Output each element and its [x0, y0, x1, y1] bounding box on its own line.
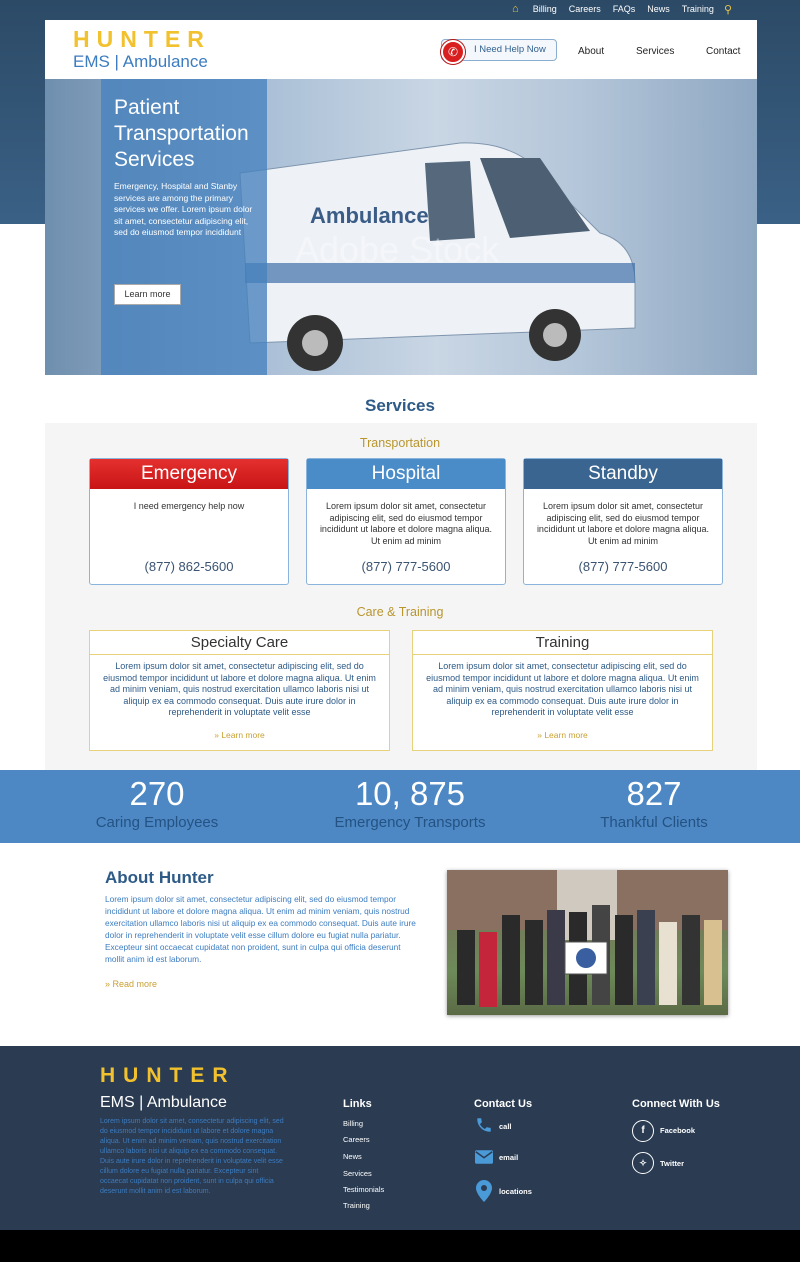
about-text: Lorem ipsum dolor sit amet, consectetur …	[105, 894, 416, 964]
card-title: Standby	[524, 459, 722, 489]
stat-number: 827	[626, 775, 682, 812]
double-chevron-icon: »	[537, 730, 542, 740]
topnav-training[interactable]: Training	[682, 4, 714, 14]
vehicle-lettering: Ambulance	[310, 203, 429, 228]
specialty-care-box: Specialty Care Lorem ipsum dolor sit ame…	[89, 630, 390, 751]
learn-more-link[interactable]: » Learn more	[413, 730, 712, 740]
topnav-faqs[interactable]: FAQs	[613, 4, 636, 14]
card-title: Hospital	[307, 459, 505, 489]
footer-link-careers[interactable]: Careers	[343, 1135, 370, 1144]
box-title: Specialty Care	[90, 631, 389, 655]
footer-logo-subtitle: EMS | Ambulance	[100, 1094, 227, 1111]
social-facebook[interactable]: Facebook	[660, 1126, 695, 1135]
card-text: I need emergency help now	[133, 501, 245, 511]
footer-text: Lorem ipsum dolor sit amet, consectetur …	[100, 1118, 284, 1195]
bottom-bar	[0, 1230, 800, 1262]
box-text: Lorem ipsum dolor sit amet, consectetur …	[426, 661, 699, 717]
footer-link-testimonials[interactable]: Testimonials	[343, 1185, 384, 1194]
footer-logo-wordmark[interactable]: HUNTER	[100, 1064, 236, 1088]
stat-transports: 10, 875 Emergency Transports	[290, 774, 530, 832]
links-heading: Links	[343, 1098, 372, 1110]
stat-employees: 270 Caring Employees	[37, 774, 277, 832]
footer-link-news[interactable]: News	[343, 1152, 362, 1161]
double-chevron-icon: »	[105, 979, 111, 989]
nav-about[interactable]: About	[578, 46, 604, 57]
services-title: Services	[365, 396, 435, 415]
topnav-billing[interactable]: Billing	[533, 4, 557, 14]
twitter-icon[interactable]: ✧	[632, 1152, 654, 1174]
phone-icon[interactable]: ✆	[441, 40, 465, 64]
training-box: Training Lorem ipsum dolor sit amet, con…	[412, 630, 713, 751]
footer-link-services[interactable]: Services	[343, 1169, 372, 1178]
hero-title: Patient Transportation Services	[114, 96, 249, 171]
learn-more-label[interactable]: Learn more	[544, 730, 587, 740]
contact-call[interactable]: call	[499, 1122, 512, 1131]
social-twitter[interactable]: Twitter	[660, 1159, 684, 1168]
card-emergency[interactable]: Emergency I need emergency help now (877…	[89, 458, 289, 585]
learn-more-button[interactable]: Learn more	[114, 284, 181, 305]
about-title: About Hunter	[105, 868, 214, 887]
card-text: Lorem ipsum dolor sit amet, consectetur …	[319, 501, 493, 546]
nav-services[interactable]: Services	[636, 46, 674, 57]
card-phone[interactable]: (877) 862-5600	[90, 559, 288, 574]
location-pin-icon[interactable]	[476, 1180, 492, 1202]
phone-icon[interactable]	[475, 1116, 493, 1134]
learn-more-link[interactable]: » Learn more	[90, 730, 389, 740]
stat-label: Caring Employees	[95, 814, 219, 831]
topnav-careers[interactable]: Careers	[569, 4, 601, 14]
connect-heading: Connect With Us	[632, 1098, 720, 1110]
nav-contact[interactable]: Contact	[706, 46, 740, 57]
learn-more-label[interactable]: Learn more	[221, 730, 264, 740]
hero-panel: Patient Transportation Services Emergenc…	[101, 79, 267, 375]
card-hospital[interactable]: Hospital Lorem ipsum dolor sit amet, con…	[306, 458, 506, 585]
site-footer: HUNTER EMS | Ambulance Lorem ipsum dolor…	[0, 1046, 800, 1230]
team-photo	[447, 870, 728, 1015]
stat-clients: 827 Thankful Clients	[534, 774, 774, 832]
facebook-icon[interactable]: f	[632, 1120, 654, 1142]
stat-label: Emergency Transports	[334, 814, 486, 831]
box-text: Lorem ipsum dolor sit amet, consectetur …	[103, 661, 376, 717]
read-more-label[interactable]: Read more	[113, 979, 158, 989]
card-phone[interactable]: (877) 777-5600	[307, 559, 505, 574]
card-phone[interactable]: (877) 777-5600	[524, 559, 722, 574]
stat-number: 270	[129, 775, 185, 812]
contact-heading: Contact Us	[474, 1098, 533, 1110]
main-container: HUNTER EMS | Ambulance I Need Help Now ✆…	[45, 20, 757, 375]
search-icon[interactable]: ⚲	[724, 3, 732, 16]
mail-icon[interactable]	[475, 1150, 493, 1164]
logo-subtitle[interactable]: EMS | Ambulance	[73, 52, 208, 72]
home-icon[interactable]: ⌂	[512, 3, 519, 15]
card-title: Emergency	[90, 459, 288, 489]
footer-link-billing[interactable]: Billing	[343, 1119, 363, 1128]
read-more-link[interactable]: » Read more	[105, 979, 157, 989]
stats-band: 270 Caring Employees 10, 875 Emergency T…	[0, 770, 800, 843]
card-text: Lorem ipsum dolor sit amet, consectetur …	[536, 501, 710, 546]
care-training-heading: Care & Training	[356, 605, 444, 619]
watermark: Adobe Stock	[295, 229, 500, 270]
topnav-news[interactable]: News	[647, 4, 670, 14]
contact-locations[interactable]: locations	[499, 1187, 532, 1196]
hero-banner: Ambulance Adobe Stock Patient Transporta…	[45, 79, 757, 375]
top-utility-nav: ⌂ Billing Careers FAQs News Training ⚲	[512, 0, 800, 18]
transportation-heading: Transportation	[359, 436, 441, 450]
double-chevron-icon: »	[214, 730, 219, 740]
logo-wordmark[interactable]: HUNTER	[73, 26, 211, 53]
stat-number: 10, 875	[354, 775, 466, 812]
box-title: Training	[413, 631, 712, 655]
contact-email[interactable]: email	[499, 1153, 518, 1162]
stat-label: Thankful Clients	[600, 814, 708, 831]
site-header: HUNTER EMS | Ambulance I Need Help Now ✆…	[45, 20, 757, 79]
hero-text: Emergency, Hospital and Stanby services …	[114, 181, 253, 237]
footer-link-training[interactable]: Training	[343, 1201, 370, 1210]
card-standby[interactable]: Standby Lorem ipsum dolor sit amet, cons…	[523, 458, 723, 585]
